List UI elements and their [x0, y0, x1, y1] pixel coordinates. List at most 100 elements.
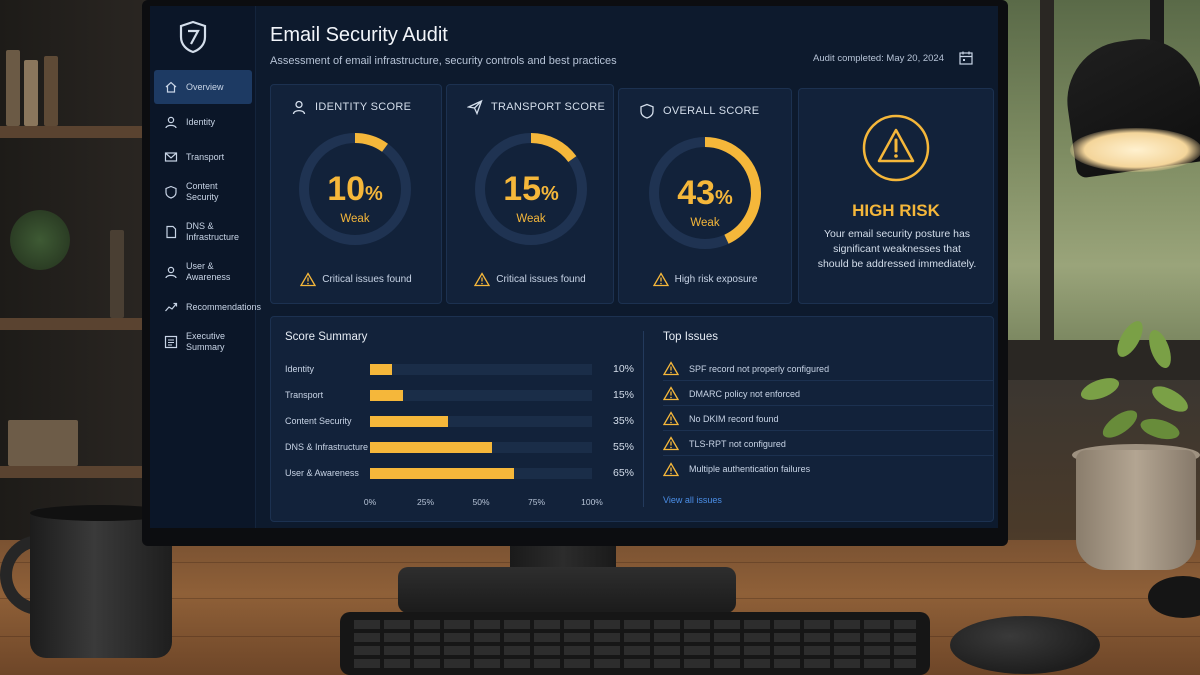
issue-item[interactable]: TLS-RPT not configured — [663, 432, 993, 456]
score-row-value: 10% — [613, 363, 635, 375]
sidebar-item-dns-infrastructure[interactable]: DNS & Infrastructure — [154, 210, 252, 254]
sidebar-item-label: Overview — [186, 81, 224, 92]
book — [44, 56, 58, 126]
score-row-value: 65% — [613, 467, 635, 479]
percent-sign: % — [715, 187, 733, 209]
sidebar-item-label: Transport — [186, 151, 225, 162]
book — [24, 60, 38, 126]
key-row — [354, 659, 916, 668]
sidebar-item-label: User & Awareness — [186, 261, 231, 282]
issue-item[interactable]: Multiple authentication failures — [663, 457, 993, 481]
lamp-light — [1070, 128, 1200, 172]
sidebar-nav: Overview Identity Transport Content Secu… — [154, 70, 261, 360]
send-icon — [467, 99, 483, 115]
shelf-board — [0, 318, 150, 330]
identity-score-card: IDENTITY SCORE 10% Weak Critical issues … — [270, 84, 442, 304]
key-row — [354, 633, 916, 642]
risk-description: Your email security posture has signific… — [817, 228, 977, 270]
score-bar — [370, 415, 448, 427]
score-number: 43 — [677, 174, 716, 212]
summary-panel: Score Summary Identity 10% Transport 15%… — [270, 316, 994, 522]
sidebar-item-overview[interactable]: Overview — [154, 70, 252, 104]
score-number: 15 — [503, 170, 542, 208]
percent-sign: % — [365, 183, 383, 205]
warning-icon — [862, 114, 930, 182]
warning-icon — [652, 272, 669, 287]
main-content: Email Security Audit Assessment of email… — [256, 6, 998, 528]
mouse — [950, 616, 1100, 674]
book — [8, 420, 78, 466]
user-icon — [165, 266, 177, 279]
score-summary-title: Score Summary — [285, 331, 368, 343]
score-bar-track — [370, 389, 592, 401]
score-rating: Weak — [690, 217, 720, 229]
shelf-board — [0, 466, 150, 478]
issue-text: DMARC policy not enforced — [689, 388, 801, 399]
score-number: 10 — [327, 170, 366, 208]
score-bar-track — [370, 415, 592, 427]
axis-tick-label: 25% — [416, 497, 435, 507]
score-bar-track — [370, 441, 592, 453]
sidebar-item-executive-summary[interactable]: Executive Summary — [154, 325, 252, 359]
sidebar-item-recommendations[interactable]: Recommendations — [154, 290, 261, 324]
view-all-issues-link[interactable]: View all issues — [663, 495, 722, 505]
axis-tick-label: 0% — [363, 497, 377, 507]
keyboard — [340, 612, 930, 675]
score-summary-row: DNS & Infrastructure 55% — [285, 439, 634, 455]
axis-tick-label: 100% — [581, 497, 603, 507]
book — [110, 230, 124, 318]
issue-item[interactable]: DMARC policy not enforced — [663, 382, 993, 406]
card-note: High risk exposure — [674, 274, 758, 285]
shield-icon — [165, 185, 177, 199]
sidebar-item-transport[interactable]: Transport — [154, 140, 252, 174]
score-bar-track — [370, 467, 592, 479]
document-icon — [166, 225, 177, 239]
book — [6, 50, 20, 126]
plant-pot — [1076, 450, 1196, 570]
monitor-stand-base — [398, 567, 736, 613]
calendar-icon[interactable] — [958, 50, 974, 66]
monitor: Overview Identity Transport Content Secu… — [142, 0, 1008, 546]
sidebar-item-label: Recommendations — [186, 301, 262, 312]
sidebar-item-user-awareness[interactable]: User & Awareness — [154, 255, 252, 289]
card-title: OVERALL SCORE — [663, 105, 760, 117]
app-screen: Overview Identity Transport Content Secu… — [150, 6, 998, 528]
top-issues-title: Top Issues — [663, 331, 718, 343]
plant-leaf — [1098, 405, 1142, 443]
warning-icon — [663, 436, 679, 451]
risk-level-card: HIGH RISK Your email security posture ha… — [798, 88, 994, 304]
issue-text: Multiple authentication failures — [689, 464, 811, 474]
sidebar: Overview Identity Transport Content Secu… — [150, 6, 261, 528]
card-footer: High risk exposure — [619, 272, 791, 287]
issue-item[interactable]: SPF record not properly configured — [663, 357, 993, 381]
window-frame — [1040, 0, 1054, 380]
overall-score-card: OVERALL SCORE 43% Weak High risk exposur… — [618, 88, 792, 304]
issue-text: TLS-RPT not configured — [689, 438, 786, 449]
warning-icon — [663, 386, 679, 401]
axis-tick-label: 50% — [472, 497, 490, 507]
warning-icon — [300, 272, 317, 287]
card-note: Critical issues found — [496, 274, 586, 285]
score-value: 43% — [645, 175, 765, 216]
issue-item[interactable]: No DKIM record found — [663, 407, 993, 431]
percent-sign: % — [541, 183, 559, 205]
issue-text: SPF record not properly configured — [689, 363, 830, 374]
key-row — [354, 646, 916, 655]
sidebar-item-content-security[interactable]: Content Security — [154, 175, 252, 209]
card-header: IDENTITY SCORE — [291, 99, 411, 115]
issue-text: No DKIM record found — [689, 413, 779, 424]
score-bar — [370, 389, 404, 401]
shield-icon — [640, 103, 654, 119]
sidebar-item-identity[interactable]: Identity — [154, 105, 252, 139]
page-title: Email Security Audit — [270, 24, 448, 46]
warning-icon — [663, 461, 679, 476]
score-row-label: Identity — [285, 364, 315, 374]
score-value: 15% — [471, 171, 591, 212]
score-summary-row: Identity 10% — [285, 361, 634, 377]
sidebar-item-label: Identity — [186, 116, 216, 127]
card-note: Critical issues found — [322, 274, 412, 285]
list-icon — [164, 335, 178, 349]
score-rating: Weak — [516, 213, 546, 225]
page-subtitle: Assessment of email infrastructure, secu… — [270, 55, 617, 67]
score-bar-track — [370, 363, 592, 375]
